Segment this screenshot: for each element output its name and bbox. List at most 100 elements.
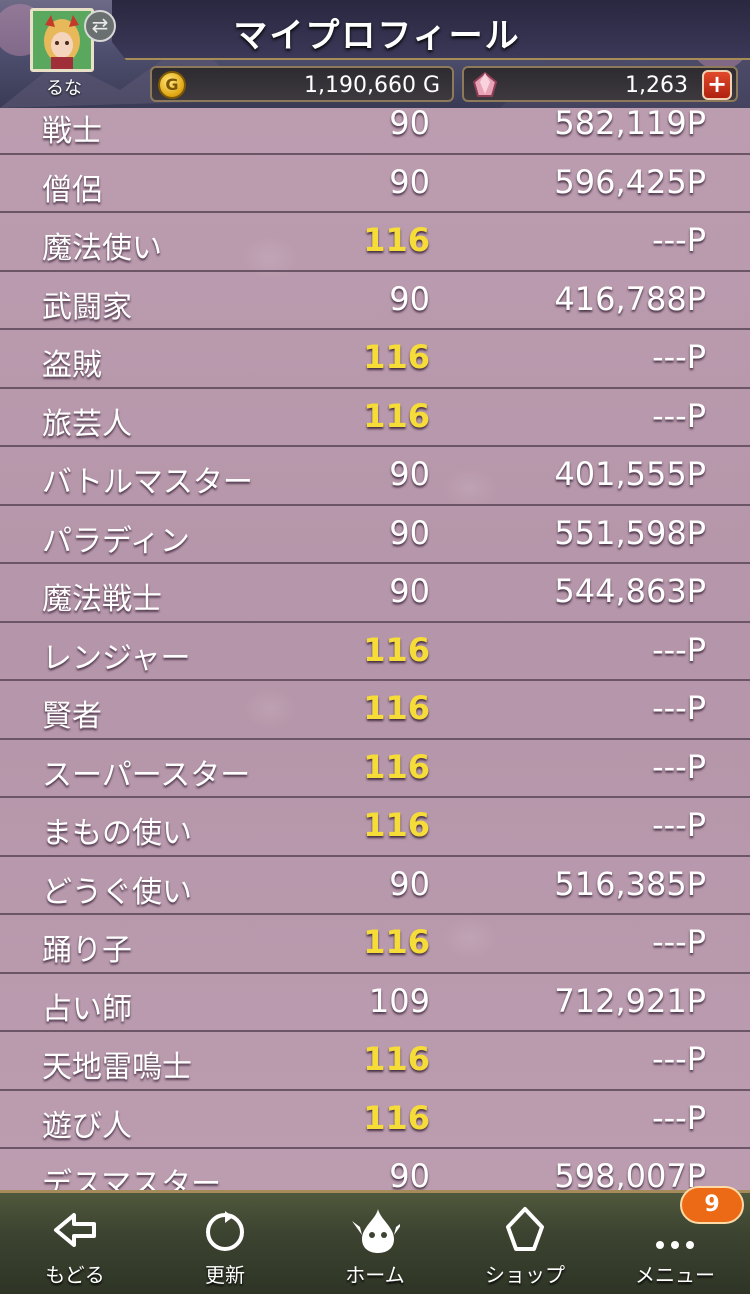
nav-shop-label: ショップ	[485, 1263, 565, 1287]
job-name: 天地雷鳴士	[42, 1050, 192, 1085]
job-level: 90	[389, 162, 430, 201]
menu-notification-badge: 9	[680, 1186, 744, 1224]
job-name: どうぐ使い	[42, 874, 192, 910]
page-title: マイプロフィール	[233, 16, 521, 56]
home-slime-icon	[352, 1209, 400, 1253]
job-level: 116	[363, 1040, 430, 1078]
job-row[interactable]: パラディン 90 551,598P	[0, 506, 750, 564]
back-arrow-icon	[54, 1213, 96, 1247]
nav-refresh-button[interactable]: 更新	[150, 1193, 300, 1294]
job-name: 盗賊	[42, 348, 102, 383]
job-name: 魔法戦士	[42, 582, 162, 617]
job-list[interactable]: 戦士 90 582,119P 僧侶 90 596,425P 魔法使い 116 ---P 武闘家 90…	[0, 108, 750, 1190]
job-name: バトルマスター	[42, 465, 253, 500]
job-row[interactable]: 天地雷鳴士 116 ---P	[0, 1032, 750, 1091]
nav-refresh-label: 更新	[205, 1263, 245, 1287]
job-row[interactable]: 旅芸人 116 ---P	[0, 389, 750, 447]
job-level: 90	[389, 279, 430, 318]
job-points: ---P	[652, 806, 706, 844]
job-row[interactable]: どうぐ使い 90 516,385P	[0, 857, 750, 915]
job-points: 596,425P	[554, 162, 706, 201]
job-name: 踊り子	[42, 933, 132, 968]
job-row[interactable]: デスマスター 90 598,007P	[0, 1149, 750, 1190]
job-level: 116	[363, 806, 430, 844]
job-points: 544,863P	[554, 572, 706, 610]
job-level: 90	[389, 572, 430, 610]
job-row[interactable]: 賢者 116 ---P	[0, 681, 750, 740]
job-points: 551,598P	[554, 513, 706, 552]
job-level: 90	[389, 864, 430, 903]
job-level: 90	[389, 455, 430, 493]
job-row[interactable]: 魔法使い 116 ---P	[0, 213, 750, 272]
job-level: 116	[363, 689, 430, 727]
gem-icon	[472, 71, 498, 97]
job-row[interactable]: 魔法戦士 90 544,863P	[0, 564, 750, 623]
job-name: レンジャー	[42, 640, 191, 676]
job-row[interactable]: バトルマスター 90 401,555P	[0, 447, 750, 506]
job-level: 90	[389, 108, 430, 142]
job-row[interactable]: 占い師 109 712,921P	[0, 974, 750, 1032]
job-row[interactable]: まもの使い 116 ---P	[0, 798, 750, 857]
job-level: 116	[363, 396, 430, 435]
swap-icon[interactable]: ⇄	[84, 10, 116, 42]
job-level: 116	[363, 630, 430, 669]
job-name: パラディン	[42, 523, 190, 559]
job-name: 遊び人	[42, 1108, 132, 1144]
job-points: 401,555P	[554, 455, 706, 493]
job-points: 582,119P	[554, 108, 706, 142]
job-name: 占い師	[42, 991, 132, 1027]
job-row[interactable]: スーパースター 116 ---P	[0, 740, 750, 798]
job-points: ---P	[652, 396, 706, 435]
job-points: ---P	[652, 1098, 706, 1137]
job-name: 武闘家	[42, 289, 132, 325]
job-row[interactable]: 武闘家 90 416,788P	[0, 272, 750, 330]
job-points: ---P	[652, 923, 706, 961]
job-points: 416,788P	[554, 279, 706, 318]
job-name: スーパースター	[42, 757, 251, 793]
job-name: デスマスター	[42, 1167, 222, 1190]
job-points: ---P	[652, 1040, 706, 1078]
job-level: 116	[363, 221, 430, 259]
job-points: ---P	[652, 338, 706, 376]
job-row[interactable]: 遊び人 116 ---P	[0, 1091, 750, 1149]
nav-menu-label: メニュー	[635, 1263, 715, 1287]
header-bar: マイプロフィール ⇄ るな G 1,190,660 G 1,263 +	[0, 0, 750, 108]
job-name: 戦士	[42, 114, 102, 149]
job-points: ---P	[652, 689, 706, 727]
job-level: 116	[363, 923, 430, 961]
job-name: 魔法使い	[42, 231, 162, 266]
nav-home-label: ホーム	[345, 1263, 405, 1287]
nav-shop-button[interactable]: ショップ	[450, 1193, 600, 1294]
job-row[interactable]: 戦士 90 582,119P	[0, 108, 750, 155]
job-row[interactable]: 踊り子 116 ---P	[0, 915, 750, 974]
add-gems-button[interactable]: +	[702, 70, 732, 100]
gem-counter: 1,263 +	[462, 66, 738, 102]
job-name: 旅芸人	[42, 406, 132, 442]
job-level: 109	[368, 981, 430, 1020]
gold-icon: G	[158, 71, 186, 99]
bottom-nav: もどる 更新 ホーム ショップ メニュー	[0, 1190, 750, 1294]
job-level: 90	[389, 513, 430, 552]
gem-value: 1,263	[625, 73, 688, 98]
refresh-icon	[206, 1211, 244, 1251]
avatar[interactable]	[30, 8, 94, 72]
job-row[interactable]: レンジャー 116 ---P	[0, 623, 750, 681]
job-points: ---P	[652, 221, 706, 259]
gold-counter: G 1,190,660 G	[150, 66, 454, 102]
job-row[interactable]: 盗賊 116 ---P	[0, 330, 750, 389]
job-name: 賢者	[42, 699, 102, 734]
job-row[interactable]: 僧侶 90 596,425P	[0, 155, 750, 213]
job-level: 116	[363, 338, 430, 376]
job-name: まもの使い	[42, 816, 192, 851]
nav-back-button[interactable]: もどる	[0, 1193, 150, 1294]
avatar-portrait	[33, 11, 91, 69]
job-level: 116	[363, 1098, 430, 1137]
job-points: 712,921P	[554, 981, 706, 1020]
job-level: 90	[389, 1157, 430, 1190]
nav-back-label: もどる	[45, 1263, 105, 1287]
player-name: るな	[46, 78, 82, 99]
job-level: 116	[363, 747, 430, 786]
job-points: ---P	[652, 747, 706, 786]
shop-crystal-icon	[506, 1207, 544, 1251]
nav-home-button[interactable]: ホーム	[300, 1193, 450, 1294]
